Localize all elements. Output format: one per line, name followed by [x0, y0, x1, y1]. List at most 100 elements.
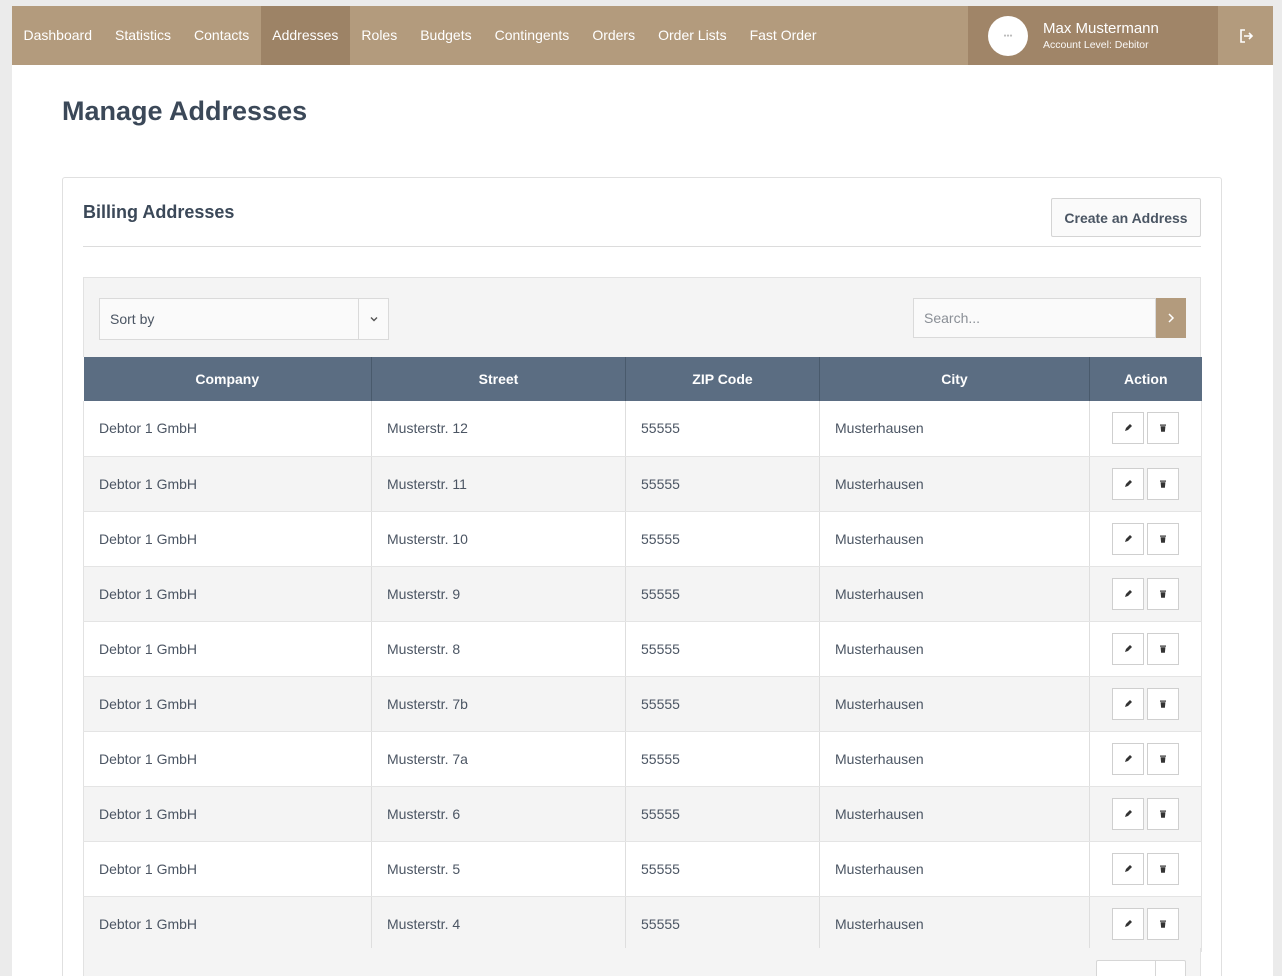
row-actions: [1090, 687, 1201, 720]
trash-icon: [1158, 806, 1168, 822]
delete-button[interactable]: [1147, 797, 1179, 830]
pencil-icon: [1123, 476, 1133, 492]
pencil-icon: [1123, 806, 1133, 822]
pencil-icon: [1123, 531, 1133, 547]
nav-item-roles[interactable]: Roles: [350, 6, 409, 65]
search-input[interactable]: [913, 298, 1156, 338]
nav-item-statistics[interactable]: Statistics: [104, 6, 183, 65]
logout-button[interactable]: [1218, 6, 1273, 65]
cell-company: Debtor 1 GmbH: [83, 401, 372, 457]
delete-button[interactable]: [1147, 742, 1179, 775]
cell-actions: [1089, 456, 1202, 512]
cell-zip: 55555: [625, 841, 820, 897]
column-header-company[interactable]: Company: [83, 357, 372, 401]
cell-city: Musterhausen: [819, 511, 1090, 567]
cell-street: Musterstr. 6: [371, 786, 626, 842]
trash-icon: [1158, 641, 1168, 657]
chevron-down-icon: [358, 299, 388, 339]
cell-company: Debtor 1 GmbH: [83, 786, 372, 842]
column-header-zip[interactable]: ZIP Code: [625, 357, 820, 401]
search-button[interactable]: [1156, 298, 1186, 338]
delete-button[interactable]: [1147, 467, 1179, 500]
edit-button[interactable]: [1112, 852, 1144, 885]
sort-select[interactable]: Sort by: [99, 298, 389, 340]
row-actions: [1090, 852, 1201, 885]
cell-actions: [1089, 731, 1202, 787]
page-title: Manage Addresses: [62, 96, 308, 126]
edit-button[interactable]: [1112, 412, 1144, 445]
delete-button[interactable]: [1147, 687, 1179, 720]
edit-button[interactable]: [1112, 742, 1144, 775]
nav-item-fast-order[interactable]: Fast Order: [738, 6, 828, 65]
pagination[interactable]: [1096, 960, 1186, 976]
cell-actions: [1089, 676, 1202, 732]
nav-item-dashboard[interactable]: Dashboard: [12, 6, 104, 65]
edit-button[interactable]: [1112, 632, 1144, 665]
cell-city: Musterhausen: [819, 786, 1090, 842]
user-info: Max Mustermann Account Level: Debitor: [1043, 20, 1159, 52]
delete-button[interactable]: [1147, 907, 1179, 940]
top-navigation: Dashboard Statistics Contacts Addresses Role…: [12, 6, 1273, 65]
pencil-icon: [1123, 420, 1133, 436]
delete-button[interactable]: [1147, 522, 1179, 555]
edit-button[interactable]: [1112, 577, 1144, 610]
edit-button[interactable]: [1112, 467, 1144, 500]
cell-city: Musterhausen: [819, 731, 1090, 787]
row-actions: [1090, 797, 1201, 830]
cell-city: Musterhausen: [819, 566, 1090, 622]
cell-street: Musterstr. 10: [371, 511, 626, 567]
sort-label: Sort by: [110, 311, 155, 327]
cell-company: Debtor 1 GmbH: [83, 841, 372, 897]
row-actions: [1090, 412, 1201, 445]
table-row: Debtor 1 GmbH Musterstr. 9 55555 Musterhaus…: [83, 566, 1202, 622]
nav-item-contacts[interactable]: Contacts: [183, 6, 261, 65]
delete-button[interactable]: [1147, 412, 1179, 445]
cell-zip: 55555: [625, 456, 820, 512]
addresses-table: Company Street ZIP Code City Action Debt…: [83, 357, 1202, 952]
table-row: Debtor 1 GmbH Musterstr. 5 55555 Musterhaus…: [83, 841, 1202, 897]
delete-button[interactable]: [1147, 852, 1179, 885]
edit-button[interactable]: [1112, 797, 1144, 830]
edit-button[interactable]: [1112, 687, 1144, 720]
cell-zip: 55555: [625, 731, 820, 787]
nav-item-orders[interactable]: Orders: [581, 6, 647, 65]
user-profile[interactable]: ●●● Max Mustermann Account Level: Debito…: [968, 6, 1218, 65]
page-container: Dashboard Statistics Contacts Addresses Role…: [12, 6, 1273, 976]
row-actions: [1090, 522, 1201, 555]
cell-street: Musterstr. 7b: [371, 676, 626, 732]
nav-item-order-lists[interactable]: Order Lists: [647, 6, 738, 65]
cell-zip: 55555: [625, 511, 820, 567]
cell-actions: [1089, 511, 1202, 567]
addresses-table-wrap: Company Street ZIP Code City Action Debt…: [83, 357, 1202, 952]
edit-button[interactable]: [1112, 522, 1144, 555]
column-header-action: Action: [1089, 357, 1202, 401]
row-actions: [1090, 467, 1201, 500]
cell-street: Musterstr. 5: [371, 841, 626, 897]
nav-item-addresses[interactable]: Addresses: [260, 6, 350, 65]
cell-company: Debtor 1 GmbH: [83, 731, 372, 787]
column-header-street[interactable]: Street: [371, 357, 626, 401]
row-actions: [1090, 742, 1201, 775]
chevron-right-icon: [1168, 313, 1175, 323]
table-header-row: Company Street ZIP Code City Action: [83, 357, 1202, 401]
cell-zip: 55555: [625, 621, 820, 677]
table-toolbar: Sort by: [83, 277, 1201, 357]
cell-company: Debtor 1 GmbH: [83, 511, 372, 567]
cell-actions: [1089, 401, 1202, 457]
cell-city: Musterhausen: [819, 456, 1090, 512]
cell-city: Musterhausen: [819, 841, 1090, 897]
cell-street: Musterstr. 12: [371, 401, 626, 457]
edit-button[interactable]: [1112, 907, 1144, 940]
column-header-city[interactable]: City: [819, 357, 1090, 401]
delete-button[interactable]: [1147, 632, 1179, 665]
trash-icon: [1158, 531, 1168, 547]
pencil-icon: [1123, 861, 1133, 877]
delete-button[interactable]: [1147, 577, 1179, 610]
billing-addresses-card: Billing Addresses Create an Address Sort…: [62, 177, 1222, 976]
nav-item-contingents[interactable]: Contingents: [483, 6, 581, 65]
nav-items: Dashboard Statistics Contacts Addresses Role…: [12, 6, 828, 65]
cell-actions: [1089, 566, 1202, 622]
create-address-button[interactable]: Create an Address: [1051, 198, 1201, 237]
trash-icon: [1158, 861, 1168, 877]
nav-item-budgets[interactable]: Budgets: [409, 6, 483, 65]
